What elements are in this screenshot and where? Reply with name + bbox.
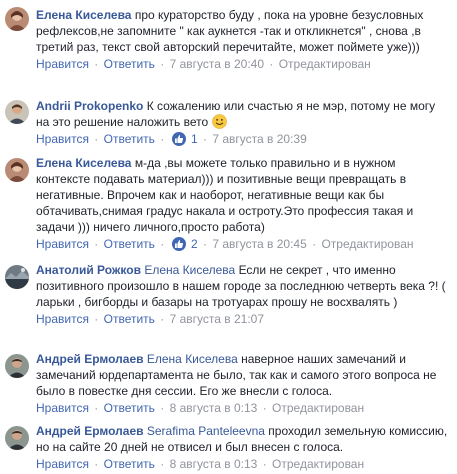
separator: · [94, 457, 99, 471]
separator: · [262, 401, 267, 415]
edited-label[interactable]: Отредактирован [272, 457, 364, 471]
separator: · [160, 57, 165, 71]
reply-button[interactable]: Ответить [104, 401, 155, 415]
comment-timestamp[interactable]: 7 августа в 20:39 [212, 132, 306, 146]
comment-author[interactable]: Андрей Ермолаев [36, 352, 144, 366]
avatar[interactable] [5, 265, 29, 289]
comment-timestamp[interactable]: 8 августа в 0:13 [170, 401, 258, 415]
comment-actions: Нравится · Ответить · 8 августа в 0:13 ·… [36, 400, 451, 416]
comment-timestamp[interactable]: 7 августа в 20:40 [170, 57, 264, 71]
avatar[interactable] [5, 354, 29, 378]
separator: · [262, 457, 267, 471]
mention-link[interactable]: Елена Киселева [144, 263, 235, 277]
reply-button[interactable]: Ответить [104, 57, 155, 71]
comment-actions: Нравится · Ответить · 7 августа в 20:40 … [36, 56, 451, 72]
comment-timestamp[interactable]: 7 августа в 20:45 [212, 237, 306, 251]
mention-link[interactable]: Serafima Panteleevna [147, 424, 265, 438]
reply-button[interactable]: Ответить [104, 457, 155, 471]
separator: · [203, 132, 207, 146]
like-button[interactable]: Нравится [36, 312, 89, 326]
reply-button[interactable]: Ответить [104, 237, 155, 251]
mention-link[interactable]: Елена Киселева [147, 352, 238, 366]
separator: · [269, 57, 274, 71]
avatar[interactable] [5, 426, 29, 450]
comment-author[interactable]: Andrii Prokopenko [36, 99, 143, 113]
separator: · [94, 312, 99, 326]
like-button[interactable]: Нравится [36, 132, 89, 146]
separator: · [160, 401, 165, 415]
separator: · [94, 57, 99, 71]
separator: · [160, 457, 165, 471]
smile-emoji-icon [211, 114, 227, 129]
separator: · [160, 132, 165, 146]
comment-actions: Нравится · Ответить · 1 · 7 августа в 20… [36, 131, 451, 147]
separator: · [160, 312, 165, 326]
comment-author[interactable]: Елена Киселева [36, 156, 131, 170]
reaction-count[interactable]: 1 [191, 132, 198, 146]
comment-actions: Нравится · Ответить · 7 августа в 21:07 [36, 311, 451, 327]
like-reaction-icon[interactable] [171, 132, 186, 146]
comment-author[interactable]: Анатолий Рожков [36, 263, 141, 277]
avatar[interactable] [5, 158, 29, 182]
comment-author[interactable]: Елена Киселева [36, 8, 131, 22]
like-button[interactable]: Нравится [36, 237, 89, 251]
avatar[interactable] [5, 7, 29, 31]
comment-timestamp[interactable]: 8 августа в 0:13 [170, 457, 258, 471]
like-reaction-icon[interactable] [171, 237, 186, 251]
reaction-count[interactable]: 2 [191, 237, 198, 251]
separator: · [94, 132, 99, 146]
separator: · [94, 237, 99, 251]
reply-button[interactable]: Ответить [104, 312, 155, 326]
comment-text: Андрей Ермолаев Елена Киселева наверное … [36, 351, 451, 399]
comment-text: Анатолий Рожков Елена Киселева Если не с… [36, 262, 451, 310]
comment-actions: Нравится · Ответить · 2 · 7 августа в 20… [36, 236, 451, 252]
comment-timestamp[interactable]: 7 августа в 21:07 [170, 312, 264, 326]
comment-author[interactable]: Андрей Ермолаев [36, 424, 144, 438]
separator: · [312, 237, 317, 251]
like-button[interactable]: Нравится [36, 57, 89, 71]
comment-text: Андрей Ермолаев Serafima Panteleevna про… [36, 423, 451, 455]
avatar[interactable] [5, 100, 29, 124]
comment-text: Елена Киселева про кураторство буду , по… [36, 7, 451, 55]
like-button[interactable]: Нравится [36, 457, 89, 471]
comment-text: Елена Киселева м-да ,вы можете только пр… [36, 155, 451, 235]
comment-text: Andrii Prokopenko К сожалению или счасть… [36, 98, 451, 130]
edited-label[interactable]: Отредактирован [272, 401, 364, 415]
edited-label[interactable]: Отредактирован [279, 57, 371, 71]
reply-button[interactable]: Ответить [104, 132, 155, 146]
separator: · [94, 401, 99, 415]
separator: · [160, 237, 165, 251]
like-button[interactable]: Нравится [36, 401, 89, 415]
edited-label[interactable]: Отредактирован [321, 237, 413, 251]
separator: · [203, 237, 207, 251]
comment-actions: Нравится · Ответить · 8 августа в 0:13 ·… [36, 456, 451, 472]
